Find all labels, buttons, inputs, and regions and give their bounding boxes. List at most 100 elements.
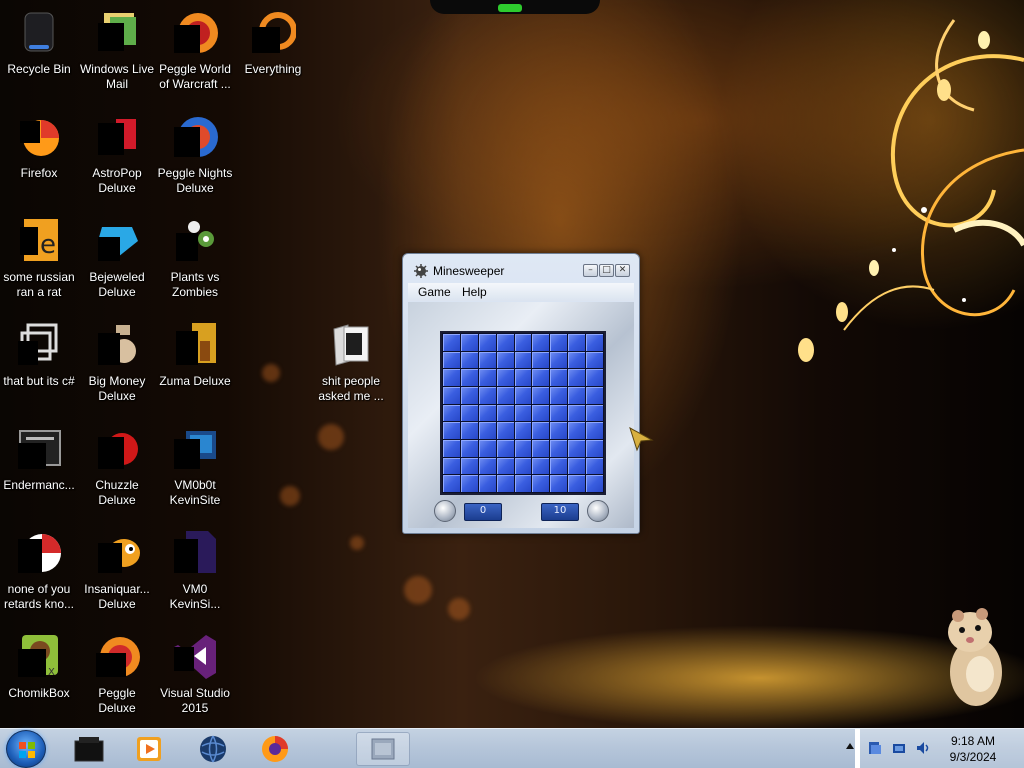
desktop-icon-insaniquarium[interactable]: Insaniquar... Deluxe <box>78 524 156 624</box>
menu-help[interactable]: Help <box>462 285 487 299</box>
mine-cell[interactable] <box>443 334 460 351</box>
mine-cell[interactable] <box>443 351 460 369</box>
mine-cell[interactable] <box>586 386 603 404</box>
mine-cell[interactable] <box>460 404 478 422</box>
mine-cell[interactable] <box>460 475 478 492</box>
mine-cell[interactable] <box>586 334 603 351</box>
desktop-icon-plants-vs-zombies[interactable]: Plants vs Zombies <box>156 212 234 312</box>
start-button[interactable] <box>6 730 46 768</box>
mine-cell[interactable] <box>568 422 586 439</box>
mine-cell[interactable] <box>532 422 550 439</box>
desktop-icon-endermanch[interactable]: Endermanc... <box>0 420 78 520</box>
desktop-icon-chuzzle[interactable]: Chuzzle Deluxe <box>78 420 156 520</box>
mine-cell[interactable] <box>496 386 514 404</box>
desktop-icon-chomikbox[interactable]: X ChomikBox <box>0 628 78 728</box>
maximize-button[interactable]: □ <box>599 264 614 277</box>
mine-cell[interactable] <box>443 457 460 475</box>
mine-cell[interactable] <box>586 351 603 369</box>
mine-cell[interactable] <box>496 334 514 351</box>
mine-cell[interactable] <box>443 439 460 457</box>
mine-cell[interactable] <box>568 334 586 351</box>
mine-cell[interactable] <box>460 386 478 404</box>
mine-cell[interactable] <box>532 404 550 422</box>
desktop-icon-vm0-kevinsite[interactable]: VM0 KevinSi... <box>156 524 234 624</box>
desktop-icon-big-money[interactable]: Big Money Deluxe <box>78 316 156 416</box>
mine-cell[interactable] <box>443 369 460 386</box>
mine-cell[interactable] <box>514 457 532 475</box>
mine-cell[interactable] <box>550 404 568 422</box>
volume-icon[interactable] <box>916 741 930 755</box>
mine-cell[interactable] <box>514 334 532 351</box>
mine-cell[interactable] <box>586 369 603 386</box>
taskbar-minesweeper[interactable] <box>356 732 410 766</box>
mine-cell[interactable] <box>496 457 514 475</box>
mine-cell[interactable] <box>443 404 460 422</box>
mine-cell[interactable] <box>460 334 478 351</box>
mine-cell[interactable] <box>496 439 514 457</box>
mine-cell[interactable] <box>586 457 603 475</box>
action-center-icon[interactable] <box>868 741 882 755</box>
mine-cell[interactable] <box>532 386 550 404</box>
mine-cell[interactable] <box>460 422 478 439</box>
mine-cell[interactable] <box>460 439 478 457</box>
mine-cell[interactable] <box>514 439 532 457</box>
desktop-icon-that-but-its-csharp[interactable]: that but its c# <box>0 316 78 416</box>
desktop-icon-shit-people-asked[interactable]: shit people asked me ... <box>312 316 390 416</box>
desktop-icon-recycle-bin[interactable]: Recycle Bin <box>0 4 78 104</box>
minimize-button[interactable]: – <box>583 264 598 277</box>
mine-cell[interactable] <box>478 439 496 457</box>
mine-cell[interactable] <box>568 386 586 404</box>
desktop-icon-none-of-you[interactable]: none of you retards kno... <box>0 524 78 624</box>
mine-cell[interactable] <box>478 475 496 492</box>
mine-cell[interactable] <box>460 457 478 475</box>
mine-cell[interactable] <box>568 369 586 386</box>
desktop-icon-firefox[interactable]: Firefox <box>0 108 78 208</box>
mine-cell[interactable] <box>568 439 586 457</box>
mine-cell[interactable] <box>532 334 550 351</box>
mine-cell[interactable] <box>586 422 603 439</box>
mine-cell[interactable] <box>568 351 586 369</box>
mine-cell[interactable] <box>443 386 460 404</box>
mine-cell[interactable] <box>550 422 568 439</box>
desktop-icon-vm0b0t[interactable]: VM0b0t KevinSite <box>156 420 234 520</box>
mine-cell[interactable] <box>568 457 586 475</box>
mine-cell[interactable] <box>478 404 496 422</box>
mine-cell[interactable] <box>514 404 532 422</box>
desktop-icon-some-russian[interactable]: e some russian ran a rat <box>0 212 78 312</box>
mine-cell[interactable] <box>478 386 496 404</box>
mine-cell[interactable] <box>550 457 568 475</box>
mine-cell[interactable] <box>460 369 478 386</box>
mine-cell[interactable] <box>550 334 568 351</box>
mine-cell[interactable] <box>532 457 550 475</box>
mine-cell[interactable] <box>550 386 568 404</box>
mine-cell[interactable] <box>496 475 514 492</box>
mine-cell[interactable] <box>443 475 460 492</box>
mine-cell[interactable] <box>568 404 586 422</box>
taskbar-globe[interactable] <box>186 732 240 766</box>
desktop-icon-bejeweled[interactable]: Bejeweled Deluxe <box>78 212 156 312</box>
mine-cell[interactable] <box>550 475 568 492</box>
mine-cell[interactable] <box>550 439 568 457</box>
desktop-icon-windows-live-mail[interactable]: Windows Live Mail <box>78 4 156 104</box>
minesweeper-window[interactable]: Minesweeper – □ ✕ Game Help 0 10 <box>402 253 640 534</box>
menu-game[interactable]: Game <box>418 285 451 299</box>
mine-cell[interactable] <box>496 422 514 439</box>
mine-cell[interactable] <box>478 351 496 369</box>
desktop-icon-visual-studio[interactable]: Visual Studio 2015 <box>156 628 234 728</box>
desktop-icon-peggle-nights[interactable]: Peggle Nights Deluxe <box>156 108 234 208</box>
clock[interactable]: 9:18 AM 9/3/2024 <box>935 733 1011 765</box>
desktop-icon-peggle-wow[interactable]: Peggle World of Warcraft ... <box>156 4 234 104</box>
desktop-icon-everything[interactable]: Everything <box>234 4 312 104</box>
mine-cell[interactable] <box>496 351 514 369</box>
network-icon[interactable] <box>892 741 906 755</box>
mine-cell[interactable] <box>586 439 603 457</box>
title-bar[interactable]: Minesweeper – □ ✕ <box>403 254 639 284</box>
close-button[interactable]: ✕ <box>615 264 630 277</box>
mine-cell[interactable] <box>460 351 478 369</box>
mine-cell[interactable] <box>586 404 603 422</box>
mine-cell[interactable] <box>532 369 550 386</box>
mine-cell[interactable] <box>532 351 550 369</box>
mine-cell[interactable] <box>514 475 532 492</box>
mine-cell[interactable] <box>532 439 550 457</box>
mine-cell[interactable] <box>586 475 603 492</box>
